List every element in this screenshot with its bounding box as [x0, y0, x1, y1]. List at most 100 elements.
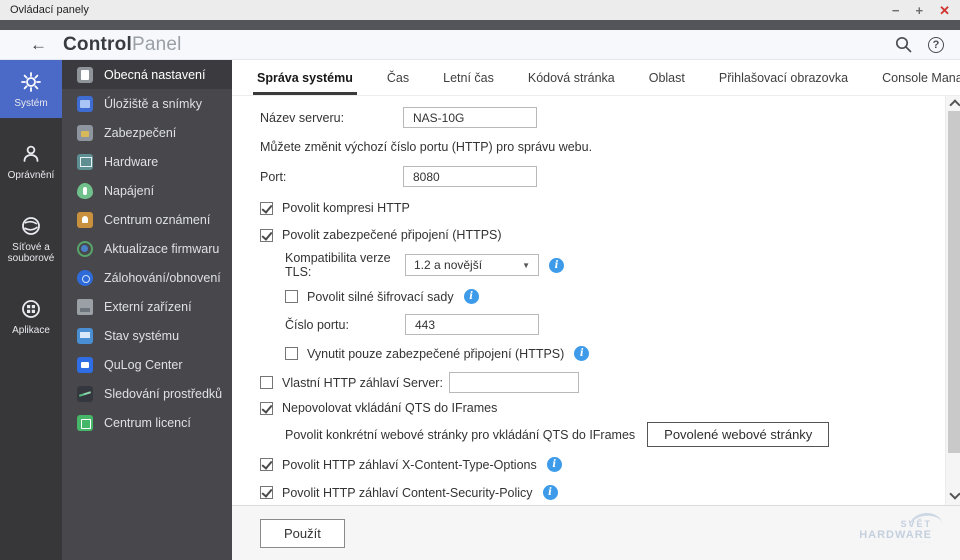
sidebar-item-label: Sledování prostředků	[104, 386, 223, 401]
no-iframes-label: Nepovolovat vkládání QTS do IFrames	[282, 401, 498, 415]
allowed-websites-button[interactable]: Povolené webové stránky	[647, 422, 830, 447]
window-controls: − + ✕	[892, 4, 950, 17]
storage-icon	[77, 95, 93, 112]
watermark-swoosh	[907, 511, 943, 530]
sidebar-item-resource-monitor[interactable]: Sledování prostředků	[62, 379, 232, 408]
sidebar-item-label: Zabezpečení	[104, 125, 177, 140]
power-icon	[77, 182, 93, 199]
search-icon[interactable]	[895, 36, 912, 53]
scroll-down-icon[interactable]	[946, 488, 960, 503]
https-port-input[interactable]	[405, 314, 539, 335]
os-titlebar: Ovládací panely − + ✕	[0, 0, 960, 20]
close-icon[interactable]: ✕	[939, 4, 950, 17]
sidebar-item-label: Obecná nastavení	[104, 67, 206, 82]
help-icon[interactable]: ?	[928, 36, 944, 53]
sidebar-item-system-status[interactable]: Stav systému	[62, 321, 232, 350]
settings-form: Název serveru: Můžete změnit výchozí čís…	[232, 96, 960, 505]
content-panel: Správa systému Čas Letní čas Kódová strá…	[232, 60, 960, 560]
xcto-checkbox[interactable]	[260, 458, 273, 471]
sidebar-item-security[interactable]: Zabezpečení	[62, 118, 232, 147]
info-icon[interactable]	[549, 257, 564, 273]
tab-login-screen[interactable]: Přihlašovací obrazovka	[702, 60, 865, 95]
csp-checkbox[interactable]	[260, 486, 273, 499]
tab-system-administration[interactable]: Správa systému	[240, 60, 370, 95]
watermark-tagline: ⋯⋯⋯⋯⋯⋯	[905, 540, 932, 546]
https-port-label: Číslo portu:	[285, 317, 349, 332]
sidebar-item-hardware[interactable]: Hardware	[62, 147, 232, 176]
scrollbar-thumb[interactable]	[947, 111, 960, 453]
maximize-icon[interactable]: +	[916, 4, 924, 17]
resource-monitor-icon	[77, 385, 93, 402]
allowed-sites-label: Povolit konkrétní webové stránky pro vkl…	[285, 427, 636, 442]
tab-time[interactable]: Čas	[370, 60, 426, 95]
sidebar-item-power[interactable]: Napájení	[62, 176, 232, 205]
tls-version-label: Kompatibilita verze TLS:	[285, 251, 391, 279]
custom-header-checkbox[interactable]	[260, 376, 273, 389]
port-input[interactable]	[403, 166, 537, 187]
user-icon	[23, 145, 39, 162]
server-name-label: Název serveru:	[260, 110, 345, 125]
force-https-label: Vynutit pouze zabezpečené připojení (HTT…	[307, 346, 565, 361]
strong-ciphers-checkbox[interactable]	[285, 290, 298, 303]
sidebar-item-external-devices[interactable]: Externí zařízení	[62, 292, 232, 321]
system-status-icon	[77, 327, 93, 344]
svet-hardware-watermark: SVĚT HARDWARE ⋯⋯⋯⋯⋯⋯	[859, 511, 943, 546]
notification-bell-icon	[77, 211, 93, 228]
apps-icon	[22, 300, 40, 318]
app-title-bold: Control	[63, 33, 132, 55]
rail-item-privileges[interactable]: Oprávnění	[0, 132, 62, 190]
minimize-icon[interactable]: −	[892, 4, 900, 17]
strong-ciphers-label: Povolit silné šifrovací sady	[307, 289, 454, 304]
sidebar-item-notification-center[interactable]: Centrum oznámení	[62, 205, 232, 234]
apply-button[interactable]: Použít	[260, 518, 345, 548]
info-icon[interactable]	[546, 457, 562, 472]
rail-item-network-file[interactable]: Síťové a souborové	[0, 204, 62, 273]
tab-region[interactable]: Oblast	[632, 60, 702, 95]
sidebar-item-label: Stav systému	[104, 328, 180, 343]
tab-daylight-saving[interactable]: Letní čas	[426, 60, 511, 95]
force-https-checkbox[interactable]	[285, 347, 298, 360]
info-icon[interactable]	[463, 289, 479, 304]
rail-item-system[interactable]: Systém	[0, 60, 62, 118]
xcto-label: Povolit HTTP záhlaví X-Content-Type-Opti…	[282, 457, 537, 472]
sidebar-item-label: Externí zařízení	[104, 299, 192, 314]
https-label: Povolit zabezpečené připojení (HTTPS)	[282, 228, 502, 242]
qulog-icon	[77, 356, 93, 373]
custom-header-input[interactable]	[448, 372, 579, 393]
info-icon[interactable]	[542, 485, 558, 500]
http-compression-checkbox[interactable]	[260, 201, 273, 215]
settings-submenu: Obecná nastavení Úložiště a snímky Zabez…	[62, 60, 232, 560]
backup-restore-icon	[77, 269, 93, 286]
sidebar-item-license-center[interactable]: Centrum licencí	[62, 408, 232, 437]
sidebar-item-general-settings[interactable]: Obecná nastavení	[62, 60, 232, 89]
app-header: ← ControlPanel ?	[0, 30, 960, 60]
rail-item-label: Oprávnění	[7, 170, 55, 181]
tab-codepage[interactable]: Kódová stránka	[511, 60, 632, 95]
sidebar-item-firmware-update[interactable]: Aktualizace firmwaru	[62, 234, 232, 263]
tls-version-select[interactable]: 1.2 a novější ▼	[405, 254, 539, 276]
license-center-icon	[77, 414, 93, 431]
https-checkbox[interactable]	[260, 228, 273, 242]
rail-item-label: Systém	[14, 98, 48, 109]
sidebar-item-qulog-center[interactable]: QuLog Center	[62, 350, 232, 379]
lock-icon	[77, 124, 93, 141]
window-frame-strip	[0, 20, 960, 30]
back-arrow-icon[interactable]: ←	[30, 36, 47, 53]
http-compression-label: Povolit kompresi HTTP	[282, 201, 410, 215]
vertical-scrollbar	[945, 96, 960, 505]
tab-bar: Správa systému Čas Letní čas Kódová strá…	[232, 60, 960, 96]
sidebar-item-storage-snapshots[interactable]: Úložiště a snímky	[62, 89, 232, 118]
port-note: Můžete změnit výchozí číslo portu (HTTP)…	[260, 140, 593, 154]
sidebar-item-backup-restore[interactable]: Zálohování/obnovení	[62, 263, 232, 292]
no-iframes-checkbox[interactable]	[260, 401, 273, 415]
rail-item-applications[interactable]: Aplikace	[0, 287, 62, 345]
sidebar-item-label: Napájení	[104, 183, 155, 198]
category-rail: Systém Oprávnění Síťové a souborové Apli…	[0, 60, 62, 560]
app-title-light: Panel	[131, 33, 182, 55]
scroll-up-icon[interactable]	[946, 96, 960, 111]
info-icon[interactable]	[574, 346, 590, 361]
gear-icon	[21, 72, 41, 92]
tab-console-management[interactable]: Console Management	[865, 60, 960, 95]
server-name-input[interactable]	[403, 107, 537, 128]
general-settings-icon	[77, 66, 93, 83]
